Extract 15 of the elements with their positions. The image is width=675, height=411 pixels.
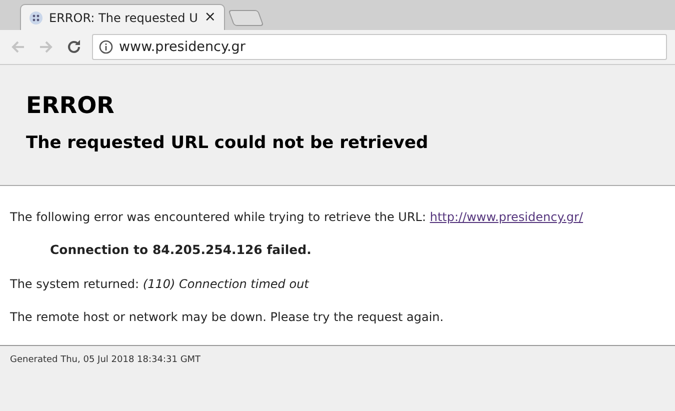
close-icon[interactable]: × [204,7,216,28]
error-description: The following error was encountered while trying to retrieve the URL: http://www.presidency.gr/ [10,209,584,226]
url-link[interactable]: http://www.presidency.gr/ [430,210,584,224]
system-message: The system returned: (110) Connection timed out [10,276,310,293]
new-tab-button[interactable] [228,10,264,26]
info-icon [99,40,113,54]
address-bar[interactable]: www.presidency.gr [92,34,667,60]
generated-timestamp: Generated Thu, 05 Jul 2018 18:34:31 GMT [10,355,201,365]
browser-tab[interactable]: ERROR: The requested U × [20,4,225,30]
advice-text: The remote host or network may be down. Please try the request again. [10,308,445,326]
error-heading: ERROR [26,93,116,121]
error-subheading: The requested URL could not be retrieved [26,132,430,153]
tab-title: ERROR: The requested U [49,10,198,26]
globe-icon [29,10,43,24]
connection-error: Connection to 84.205.254.126 failed. [49,241,312,259]
